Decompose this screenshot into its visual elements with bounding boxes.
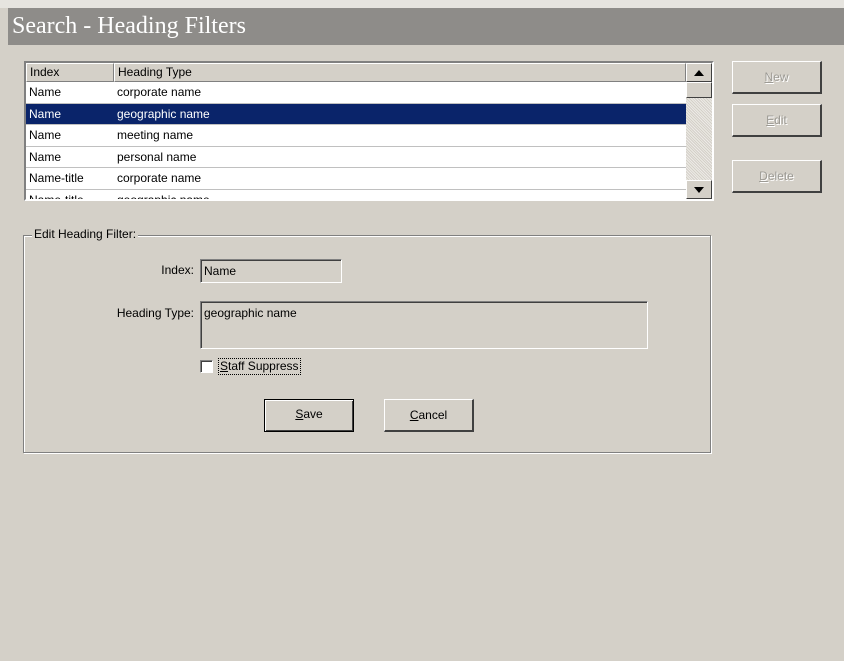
cancel-button[interactable]: Cancel — [384, 399, 474, 432]
heading-type-label: Heading Type: — [116, 306, 194, 320]
list-content: Index Heading Type Name corporate name N… — [26, 63, 686, 199]
delete-accel: D — [759, 169, 768, 183]
top-strip — [0, 0, 844, 8]
index-label: Index: — [161, 263, 194, 277]
cell-heading-type: geographic name — [114, 190, 686, 200]
cell-heading-type: personal name — [117, 149, 197, 164]
group-legend: Edit Heading Filter: — [32, 227, 139, 241]
edit-heading-filter-group: Edit Heading Filter: Index: Name Heading… — [23, 227, 711, 453]
heading-type-field[interactable]: geographic name — [200, 301, 648, 349]
scroll-thumb[interactable] — [686, 82, 712, 98]
cell-index: Name — [29, 128, 62, 142]
arrow-down-icon — [694, 186, 704, 193]
delete-label-rest: elete — [767, 169, 794, 183]
edit-label-rest: dit — [774, 113, 787, 127]
staff-suppress-label[interactable]: Staff Suppress — [218, 358, 301, 375]
main-panel: Index Heading Type Name corporate name N… — [8, 45, 844, 655]
heading-filter-list[interactable]: Index Heading Type Name corporate name N… — [24, 61, 714, 201]
list-header: Index Heading Type — [26, 63, 686, 82]
column-header-index[interactable]: Index — [26, 63, 114, 82]
cell-heading-type: corporate name — [117, 85, 202, 99]
cancel-label-rest: ancel — [418, 408, 448, 422]
table-row[interactable]: Name-title corporate name — [26, 168, 686, 190]
delete-button[interactable]: Delete — [732, 160, 822, 193]
index-field[interactable]: Name — [200, 259, 342, 283]
staff-suppress-accel: S — [220, 359, 229, 373]
cell-index: Name-title — [29, 171, 84, 185]
cell-heading-type: geographic name — [117, 106, 210, 121]
save-label-rest: ave — [303, 407, 323, 421]
scroll-down-button[interactable] — [686, 180, 712, 199]
table-row[interactable]: Name meeting name — [26, 125, 686, 147]
cell-heading-type: meeting name — [117, 128, 194, 142]
cell-heading-type: corporate name — [117, 171, 202, 185]
staff-suppress-rest: taff Suppress — [228, 359, 299, 373]
staff-suppress-checkbox[interactable] — [200, 360, 213, 373]
arrow-up-icon — [694, 69, 704, 76]
table-row[interactable]: Name corporate name — [26, 82, 686, 104]
new-label-rest: ew — [773, 70, 789, 84]
table-row[interactable]: Name-title geographic name — [26, 190, 686, 200]
edit-accel: E — [766, 113, 775, 127]
scroll-up-button[interactable] — [686, 63, 712, 82]
cell-index: Name-title — [26, 190, 114, 200]
cell-index: Name — [29, 149, 62, 164]
page-title: Search - Heading Filters — [8, 8, 844, 45]
table-row[interactable]: Name personal name — [26, 147, 686, 168]
edit-button[interactable]: Edit — [732, 104, 822, 137]
new-accel: N — [764, 70, 774, 84]
cell-index: Name — [29, 106, 62, 121]
list-vertical-scrollbar[interactable] — [686, 63, 712, 199]
cell-index: Name — [29, 85, 62, 99]
save-button[interactable]: Save — [264, 399, 354, 432]
table-row-selected[interactable]: Name geographic name — [26, 103, 686, 125]
column-header-heading-type[interactable]: Heading Type — [114, 63, 686, 82]
new-button[interactable]: New — [732, 61, 822, 94]
